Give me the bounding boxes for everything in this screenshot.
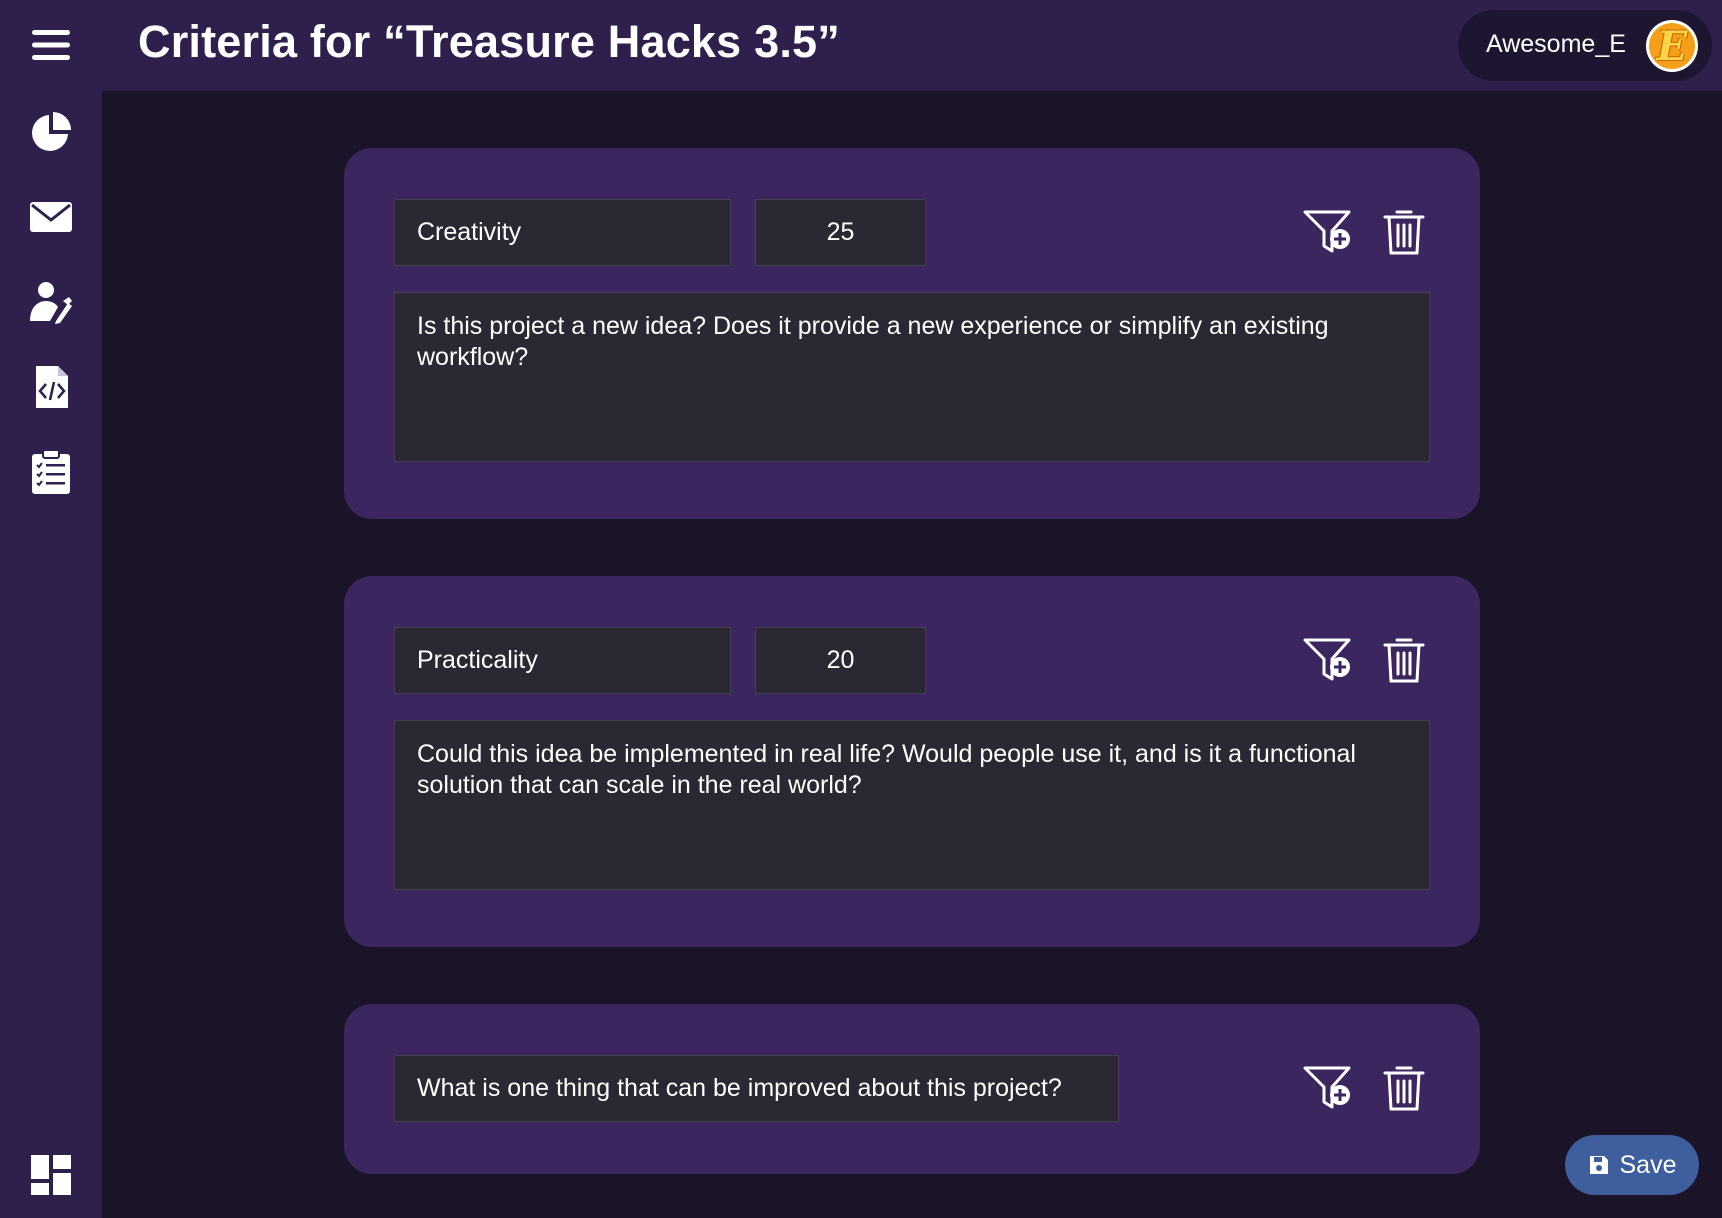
user-menu[interactable]: Awesome_E E [1458, 10, 1712, 81]
user-name: Awesome_E [1486, 30, 1626, 58]
trash-icon [1383, 1066, 1425, 1111]
trash-icon [1383, 210, 1425, 255]
mail-icon [30, 202, 72, 232]
add-filter-button[interactable] [1300, 204, 1356, 260]
avatar: E [1646, 20, 1698, 72]
criterion-name-input[interactable] [394, 199, 731, 266]
question-input[interactable] [394, 1055, 1119, 1122]
page-title: Criteria for “Treasure Hacks 3.5” [138, 16, 840, 67]
delete-question-button[interactable] [1376, 1060, 1432, 1116]
filter-plus-icon [1303, 638, 1351, 681]
trash-icon [1383, 638, 1425, 683]
criterion-card: Is this project a new idea? Does it prov… [344, 148, 1480, 519]
question-card [344, 1004, 1480, 1174]
criterion-description-input[interactable]: Is this project a new idea? Does it prov… [394, 292, 1430, 462]
pie-chart-icon [32, 112, 71, 151]
add-filter-button[interactable] [1300, 632, 1356, 688]
sidebar-item-projects[interactable] [21, 357, 81, 417]
filter-plus-icon [1303, 1066, 1351, 1109]
delete-criterion-button[interactable] [1376, 204, 1432, 260]
criterion-card: Could this idea be implemented in real l… [344, 576, 1480, 947]
avatar-letter: E [1649, 23, 1695, 70]
code-file-icon [36, 366, 68, 408]
save-label: Save [1619, 1150, 1677, 1179]
menu-icon [32, 30, 70, 60]
criterion-description-input[interactable]: Could this idea be implemented in real l… [394, 720, 1430, 890]
judge-icon [30, 282, 72, 324]
save-button[interactable]: Save [1565, 1135, 1699, 1195]
criterion-name-input[interactable] [394, 627, 731, 694]
delete-criterion-button[interactable] [1376, 632, 1432, 688]
criterion-weight-input[interactable] [755, 199, 926, 266]
top-bar: Criteria for “Treasure Hacks 3.5” Awesom… [102, 0, 1722, 91]
checklist-icon [32, 449, 70, 494]
sidebar [0, 0, 102, 1218]
criterion-weight-input[interactable] [755, 627, 926, 694]
sidebar-item-judges[interactable] [21, 272, 81, 332]
sidebar-item-analytics[interactable] [21, 102, 81, 162]
sidebar-item-dashboard[interactable] [21, 1145, 81, 1205]
sidebar-item-messages[interactable] [21, 187, 81, 247]
filter-plus-icon [1303, 210, 1351, 253]
floppy-disk-icon [1589, 1156, 1608, 1174]
add-filter-button[interactable] [1300, 1060, 1356, 1116]
dashboard-icon [31, 1155, 71, 1195]
menu-button[interactable] [21, 15, 81, 75]
sidebar-item-criteria[interactable] [21, 442, 81, 502]
